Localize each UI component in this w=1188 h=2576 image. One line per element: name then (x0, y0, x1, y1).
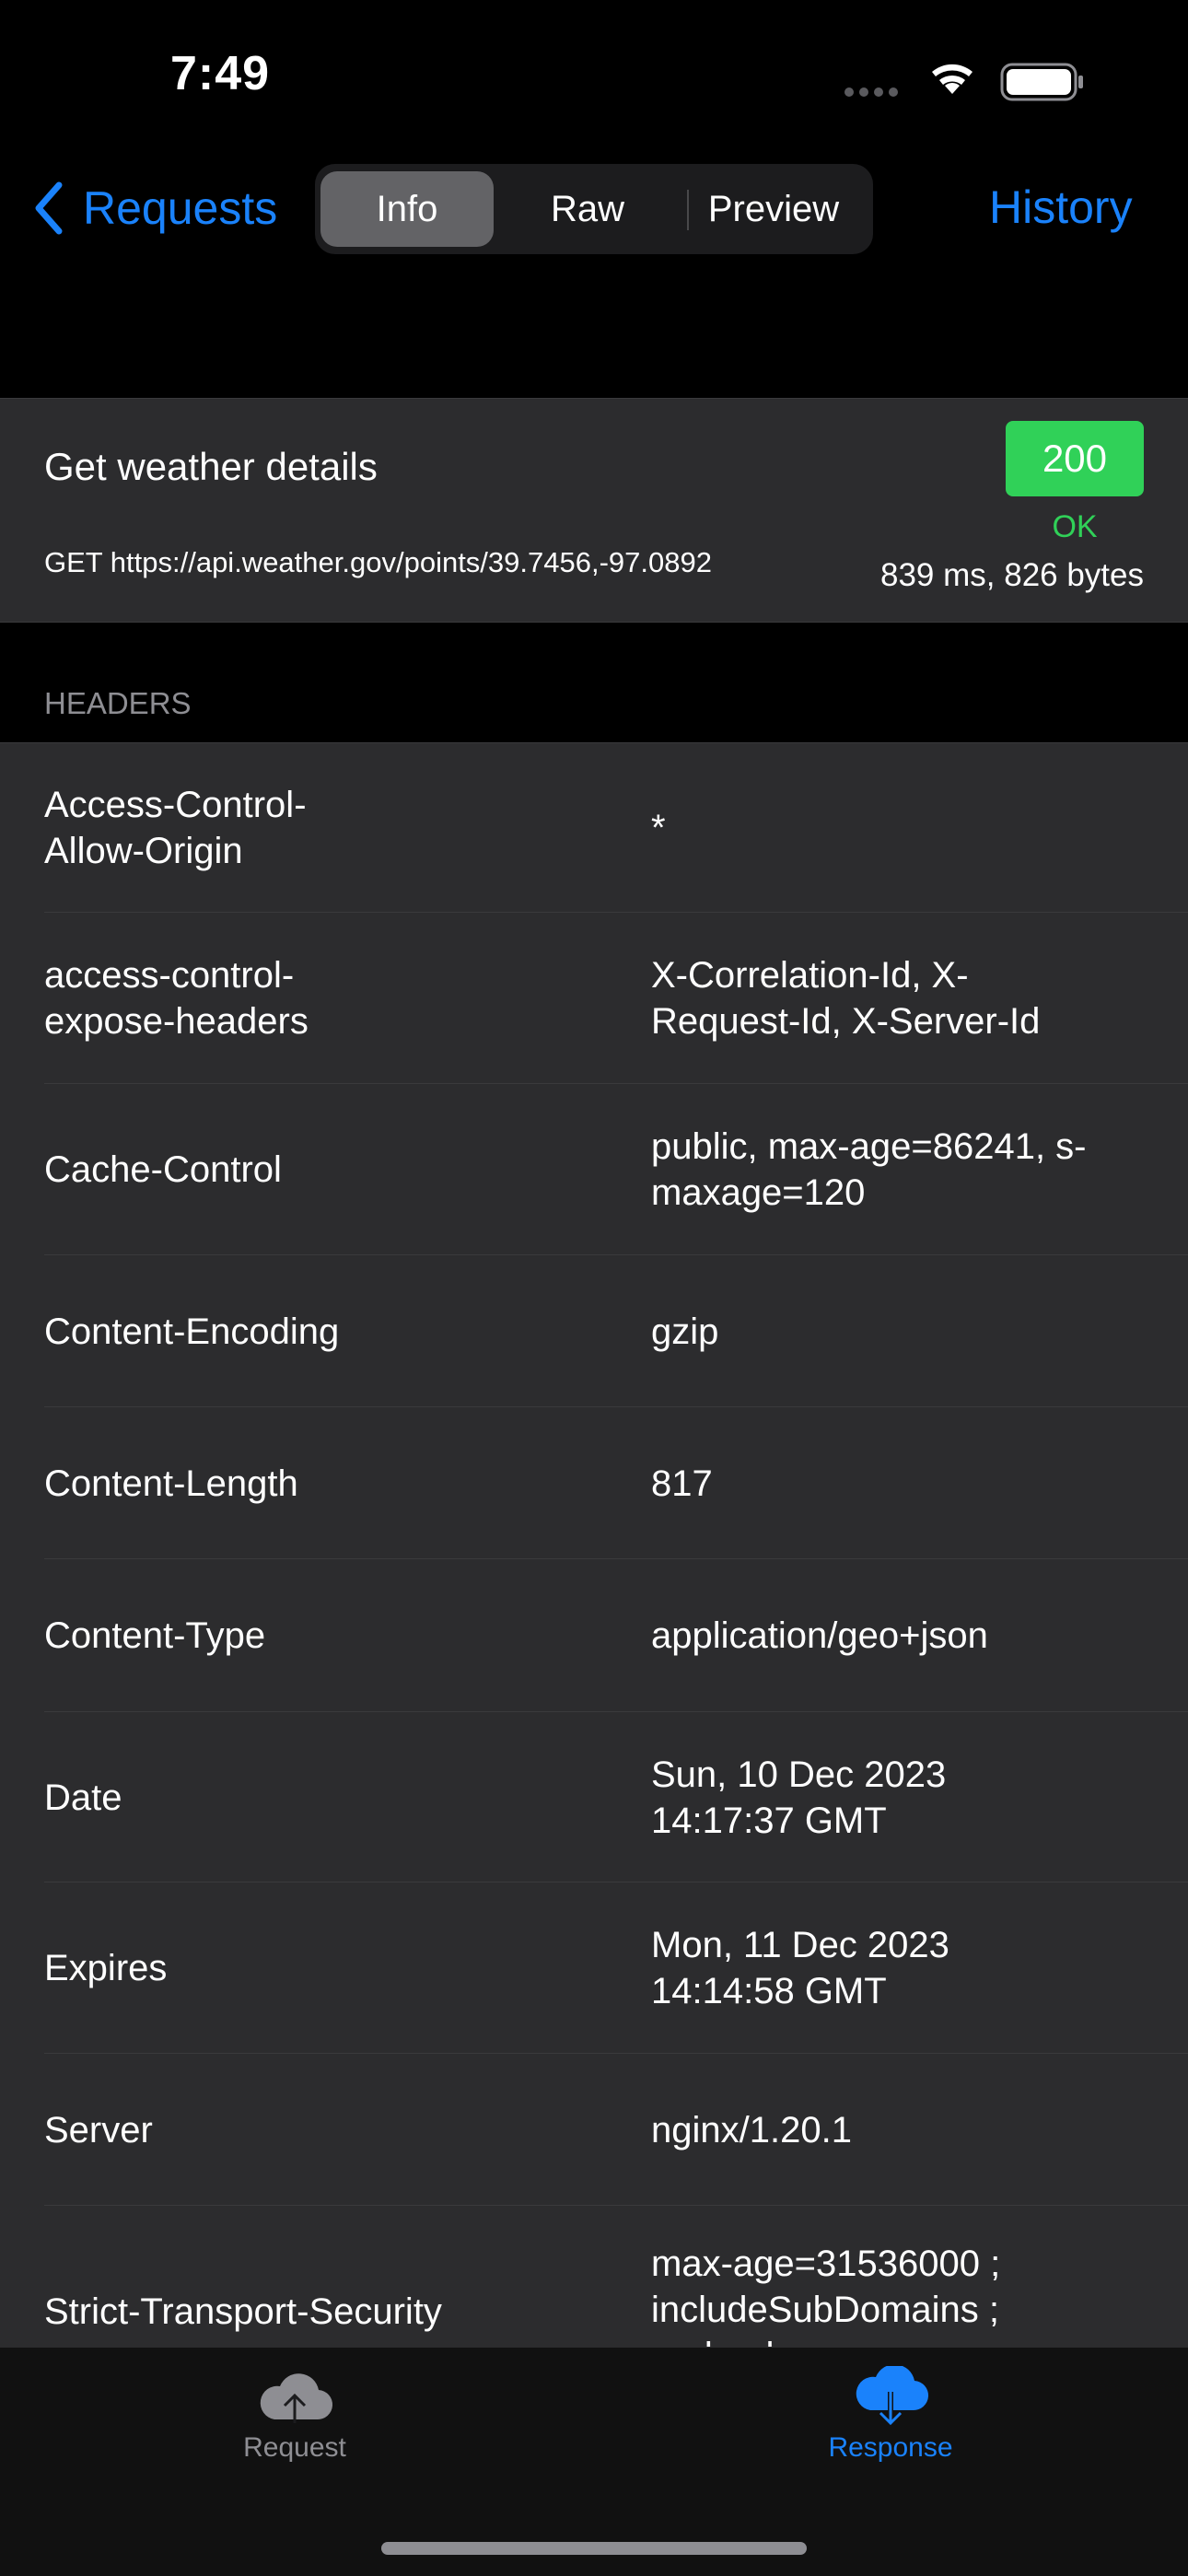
status-bar-time: 7:49 (170, 47, 271, 100)
header-row: Strict-Transport-Security max-age=315360… (0, 2206, 1188, 2348)
wifi-icon (932, 64, 973, 94)
header-key: Content-Type (44, 1615, 266, 1656)
header-value: 817 (651, 1463, 713, 1504)
header-key: Content-Encoding (44, 1311, 340, 1352)
tab-response-label: Response (828, 2432, 953, 2463)
status-code-badge: 200 (1006, 421, 1144, 496)
header-value: X-Correlation-Id, X- Request-Id, X-Serve… (651, 955, 1041, 1042)
header-key: access-control- expose-headers (44, 955, 309, 1042)
header-row: Content-Length 817 (0, 1407, 1188, 1559)
cellular-signal-icon (844, 87, 898, 97)
cloud-download-icon (856, 2366, 928, 2427)
header-row: Content-Type application/geo+json (0, 1559, 1188, 1712)
cloud-upload-icon (260, 2373, 333, 2423)
header-row: access-control- expose-headers X-Correla… (0, 913, 1188, 1084)
segment-raw[interactable]: Raw (497, 171, 678, 247)
header-value: application/geo+json (651, 1615, 988, 1656)
tab-request-label: Request (243, 2432, 346, 2463)
history-button[interactable]: History (989, 181, 1133, 234)
header-value: * (651, 808, 666, 848)
header-key: Server (44, 2109, 153, 2151)
header-key: Expires (44, 1948, 168, 1988)
header-value: gzip (651, 1311, 719, 1352)
header-value: nginx/1.20.1 (651, 2109, 852, 2151)
header-key: Date (44, 1777, 122, 1818)
header-value: Sun, 10 Dec 2023 14:17:37 GMT (651, 1754, 947, 1841)
status-text: OK (1052, 509, 1098, 544)
header-row: Server nginx/1.20.1 (0, 2054, 1188, 2206)
back-button[interactable]: Requests (33, 171, 277, 245)
request-name: Get weather details (44, 445, 378, 488)
header-key: Access-Control- Allow-Origin (44, 785, 307, 871)
header-row: Content-Encoding gzip (0, 1255, 1188, 1407)
request-url: GET https://api.weather.gov/points/39.74… (44, 546, 712, 578)
header-row: Access-Control- Allow-Origin * (0, 743, 1188, 913)
header-row: Date Sun, 10 Dec 2023 14:17:37 GMT (0, 1712, 1188, 1882)
status-bar-icons (844, 63, 1083, 101)
response-timing: 839 ms, 826 bytes (880, 557, 1144, 593)
back-button-label: Requests (83, 182, 278, 234)
tab-request[interactable]: Request (157, 2366, 433, 2464)
view-segmented-control: Info Raw Preview (315, 164, 873, 254)
chevron-left-icon (35, 181, 63, 235)
header-key: Content-Length (44, 1463, 298, 1504)
header-row: Cache-Control public, max-age=86241, s- … (0, 1084, 1188, 1255)
segment-preview[interactable]: Preview (681, 171, 866, 247)
header-key: Strict-Transport-Security (44, 2291, 442, 2332)
header-value: max-age=31536000 ; includeSubDomains ; p… (651, 2244, 1001, 2348)
segment-info[interactable]: Info (320, 171, 494, 247)
headers-list[interactable]: Access-Control- Allow-Origin * access-co… (0, 742, 1188, 2348)
home-indicator (381, 2542, 807, 2555)
header-key: Cache-Control (44, 1149, 282, 1190)
header-value: Mon, 11 Dec 2023 14:14:58 GMT (651, 1925, 949, 2011)
header-row: Expires Mon, 11 Dec 2023 14:14:58 GMT (0, 1882, 1188, 2054)
header-value: public, max-age=86241, s- maxage=120 (651, 1126, 1087, 1213)
headers-section-title: HEADERS (44, 686, 192, 720)
tab-response[interactable]: Response (752, 2366, 1029, 2464)
request-summary-card: Get weather details GET https://api.weat… (0, 398, 1188, 623)
battery-icon (1000, 63, 1083, 101)
